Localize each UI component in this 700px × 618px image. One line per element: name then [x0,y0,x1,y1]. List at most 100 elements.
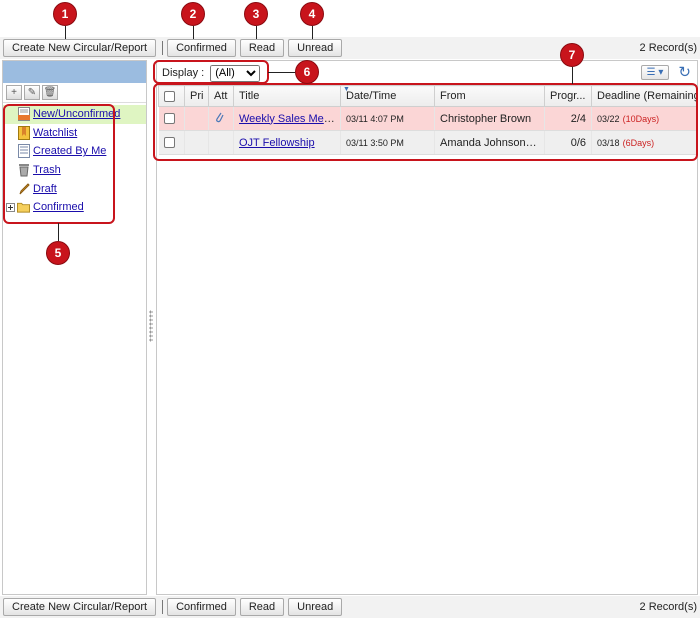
list-menu-icon[interactable]: ☰ ▾ [641,65,669,80]
display-filter-row: Display : (All) ☰ ▾ ↻ [157,61,697,85]
progress-cell: 2/4 [544,106,592,131]
create-new-circular-button[interactable]: Create New Circular/Report [3,598,157,616]
priority-cell [184,130,209,155]
circular-table: Pri Att Title ▼ Date/Time From Progr... D… [158,85,697,155]
title-cell: OJT Fellowship [233,130,341,155]
delete-folder-icon[interactable]: 🗑 [42,85,58,100]
sort-desc-icon: ▼ [343,86,350,94]
list-pane: Display : (All) ☰ ▾ ↻ Pri Att Title ▼ Dat… [156,60,698,595]
pane-splitter[interactable] [149,310,153,342]
column-deadline[interactable]: Deadline (Remaining) [591,85,697,107]
select-all-checkbox[interactable] [164,90,175,102]
folder-icon [17,200,30,214]
callout-7-line [572,67,573,84]
callout-7: 7 [560,43,584,67]
callout-6-line [268,72,295,73]
folder-tree: New/Unconfirmed Watchlist Created By Me … [3,103,146,217]
remaining-days: (6Days) [622,137,655,148]
row-checkbox[interactable] [163,113,175,125]
deadline-cell: 03/18 (6Days) [591,130,697,155]
create-new-circular-button[interactable]: Create New Circular/Report [3,39,157,57]
column-datetime-label: Date/Time [346,90,397,102]
select-all-header[interactable] [158,85,185,107]
column-att[interactable]: Att [208,85,234,107]
record-count: 2 Record(s) [639,42,697,54]
callout-4-line [312,26,313,39]
sidebar-header [3,61,146,83]
bookmark-icon [17,125,30,140]
attachment-cell [208,130,234,155]
sidebar-item-trash[interactable]: Trash [3,161,146,180]
callout-2-line [193,26,194,39]
sidebar-item-label[interactable]: Confirmed [33,201,84,213]
callout-1-line [65,26,66,39]
sidebar-item-confirmed[interactable]: Confirmed [3,198,146,217]
title-link[interactable]: OJT Fellowship [239,137,315,149]
folder-sidebar: + ✎ 🗑 New/Unconfirmed Watchlist Created … [2,60,147,595]
add-folder-icon[interactable]: + [6,85,22,100]
display-select[interactable]: (All) [210,64,261,82]
title-link[interactable]: Weekly Sales Meet... [239,113,340,125]
sidebar-item-created-by-me[interactable]: Created By Me [3,142,146,161]
sidebar-item-label[interactable]: New/Unconfirmed [33,108,120,120]
datetime-cell: 03/11 3:50 PM [340,130,435,155]
row-checkbox[interactable] [163,137,175,149]
from-cell: Amanda Johnson [... [434,130,545,155]
callout-4: 4 [300,2,324,26]
callout-3-line [256,26,257,39]
deadline-cell: 03/22 (10Days) [591,106,697,131]
paperclip-icon [216,112,224,123]
bottom-toolbar: Create New Circular/Report Confirmed Rea… [0,596,700,618]
confirmed-button[interactable]: Confirmed [167,39,236,57]
sidebar-item-label[interactable]: Watchlist [33,127,77,139]
edit-folder-icon[interactable]: ✎ [24,85,40,100]
expand-icon[interactable] [6,200,15,214]
table-row[interactable]: OJT Fellowship 03/11 3:50 PM Amanda John… [158,130,697,155]
callout-5: 5 [46,241,70,265]
record-count: 2 Record(s) [639,601,697,613]
attachment-cell [208,106,234,131]
unread-button[interactable]: Unread [288,598,343,616]
deadline-date: 03/18 [597,137,620,148]
from-cell: Christopher Brown [434,106,545,131]
refresh-icon[interactable]: ↻ [678,63,691,81]
priority-cell [184,106,209,131]
sidebar-item-label[interactable]: Created By Me [33,145,106,157]
document-icon [17,144,30,159]
deadline-date: 03/22 [597,113,620,124]
callout-1: 1 [53,2,77,26]
row-select-cell[interactable] [158,130,185,155]
sidebar-tools: + ✎ 🗑 [3,83,146,103]
toolbar-separator [162,41,164,55]
sidebar-item-new-unconfirmed[interactable]: New/Unconfirmed [3,105,146,124]
column-progress[interactable]: Progr... [544,85,592,107]
trash-icon [17,163,30,177]
column-title[interactable]: Title [233,85,341,107]
row-select-cell[interactable] [158,106,185,131]
sidebar-item-label[interactable]: Trash [33,164,61,176]
sidebar-item-watchlist[interactable]: Watchlist [3,124,146,143]
new-doc-icon [17,107,30,122]
column-datetime[interactable]: ▼ Date/Time [340,85,435,107]
sidebar-item-draft[interactable]: Draft [3,179,146,198]
pencil-icon [17,182,30,196]
read-button[interactable]: Read [239,39,285,57]
column-pri[interactable]: Pri [184,85,209,107]
table-row[interactable]: Weekly Sales Meet... 03/11 4:07 PM Chris… [158,106,697,131]
title-cell: Weekly Sales Meet... [233,106,341,131]
callout-2: 2 [181,2,205,26]
callout-5-line [58,223,59,241]
datetime-cell: 03/11 4:07 PM [340,106,435,131]
callout-3: 3 [244,2,268,26]
remaining-days: (10Days) [622,113,660,124]
toolbar-separator [162,600,164,614]
callout-6: 6 [295,60,319,84]
top-toolbar: Create New Circular/Report Confirmed Rea… [0,37,700,59]
column-from[interactable]: From [434,85,545,107]
read-button[interactable]: Read [239,598,285,616]
sidebar-item-label[interactable]: Draft [33,183,57,195]
table-header-row: Pri Att Title ▼ Date/Time From Progr... D… [158,85,697,107]
unread-button[interactable]: Unread [288,39,343,57]
confirmed-button[interactable]: Confirmed [167,598,236,616]
progress-cell: 0/6 [544,130,592,155]
